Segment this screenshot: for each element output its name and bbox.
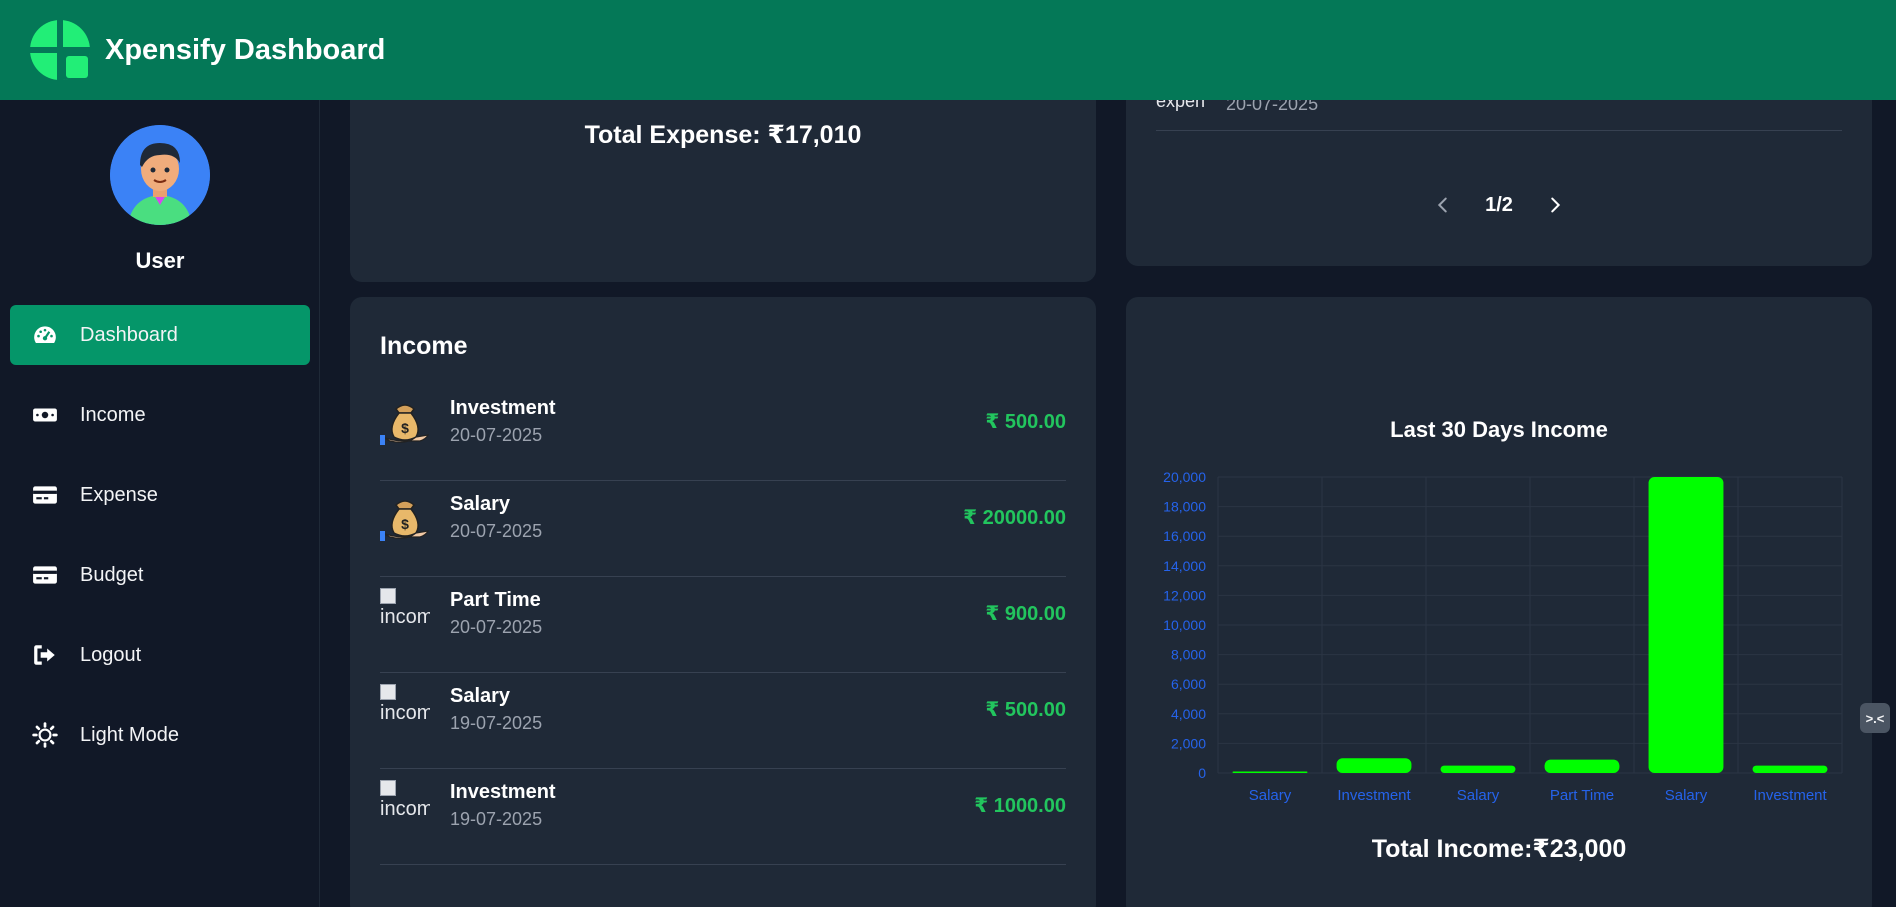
y-tick-label: 18,000 (1163, 499, 1206, 515)
broken-image-icon: incom (380, 588, 430, 638)
y-tick-label: 4,000 (1171, 706, 1206, 722)
income-item-date: 20-07-2025 (450, 425, 543, 445)
sidebar-item-label: Expense (80, 483, 158, 506)
sun-icon (30, 720, 60, 750)
money-bag-icon: $ (380, 397, 430, 447)
chart-bar[interactable] (1544, 759, 1620, 773)
income-item-amount: ₹ 20000.00 (963, 507, 1066, 529)
top-header: Xpensify Dashboard (0, 0, 1896, 100)
income-list-item[interactable]: incom Part Time 20-07-2025 ₹ 900.00 (380, 577, 1066, 673)
image-alt-text: incom (380, 702, 430, 724)
user-name: User (135, 248, 185, 273)
y-tick-label: 10,000 (1163, 617, 1206, 633)
sidebar-item-dashboard[interactable]: Dashboard (10, 305, 310, 365)
chevron-right-icon[interactable] (1543, 193, 1567, 217)
x-tick-label: Investment (1753, 787, 1827, 804)
y-tick-label: 8,000 (1171, 647, 1206, 663)
sidebar-item-light-mode[interactable]: Light Mode (10, 705, 310, 765)
sidebar-item-label: Light Mode (80, 723, 179, 746)
income-list: $ Investment 20-07-2025 ₹ 500.00 $ Salary 20-0… (380, 385, 1066, 865)
total-income: Total Income:₹23,000 (1371, 835, 1627, 863)
divider (1156, 130, 1842, 131)
avatar[interactable] (110, 125, 210, 225)
expense-list-card: expen 20-07-2025 1/2 (1126, 85, 1872, 266)
broken-image-icon: incom (380, 780, 430, 830)
x-tick-label: Investment (1337, 787, 1411, 804)
income-item-name: Part Time (450, 589, 541, 611)
chart-bar[interactable] (1648, 477, 1724, 773)
logout-icon (30, 640, 60, 670)
credit-card-icon (30, 480, 60, 510)
income-card: Income $ Investment 20-07-2025 ₹ 500.00 $ Sal… (350, 297, 1096, 907)
image-alt-text: incom (380, 606, 430, 628)
sidebar-nav: Dashboard Income Expense Budget Logout L… (10, 305, 310, 785)
chart-bar[interactable] (1440, 765, 1516, 773)
sidebar-item-logout[interactable]: Logout (10, 625, 310, 685)
sidebar-item-label: Dashboard (80, 323, 178, 346)
x-tick-label: Salary (1457, 787, 1500, 804)
pagination: 1/2 (1126, 193, 1872, 217)
income-item-date: 19-07-2025 (450, 809, 543, 829)
income-list-item[interactable]: $ Salary 20-07-2025 ₹ 20000.00 (380, 481, 1066, 577)
x-tick-label: Salary (1665, 787, 1708, 804)
income-list-item[interactable]: incom Investment 19-07-2025 ₹ 1000.00 (380, 769, 1066, 865)
income-item-name: Salary (450, 685, 511, 707)
chart-bar[interactable] (1232, 771, 1308, 773)
app-title: Xpensify Dashboard (105, 33, 386, 66)
income-list-item[interactable]: incom Salary 19-07-2025 ₹ 500.00 (380, 673, 1066, 769)
income-item-name: Salary (450, 493, 511, 515)
y-tick-label: 2,000 (1171, 735, 1206, 751)
money-bill-icon (30, 400, 60, 430)
income-item-date: 19-07-2025 (450, 713, 543, 733)
credit-card-icon (30, 560, 60, 590)
chevron-left-icon[interactable] (1431, 193, 1455, 217)
money-bag-icon: $ (380, 493, 430, 543)
broken-image-icon: incom (380, 684, 430, 734)
sidebar-item-budget[interactable]: Budget (10, 545, 310, 605)
sidebar-item-label: Income (80, 403, 146, 426)
y-tick-label: 16,000 (1163, 528, 1206, 544)
income-title: Income (380, 332, 468, 360)
sidebar-item-label: Logout (80, 643, 142, 666)
chart-bar[interactable] (1752, 765, 1828, 773)
income-item-amount: ₹ 900.00 (985, 603, 1066, 625)
extension-button[interactable]: >.< (1860, 703, 1890, 733)
y-tick-label: 14,000 (1163, 558, 1206, 574)
income-bar-chart: 0 2,000 4,000 6,000 8,000 10,000 12,000 14,000 1… (1163, 469, 1843, 804)
income-item-name: Investment (450, 397, 556, 419)
y-tick-label: 20,000 (1163, 469, 1206, 485)
gauge-icon (30, 320, 60, 350)
income-chart-card: Last 30 Days Income 0 2,000 4,000 6,000 8,00… (1126, 297, 1872, 907)
income-item-date: 20-07-2025 (450, 617, 543, 637)
x-tick-label: Salary (1249, 787, 1292, 804)
y-tick-label: 12,000 (1163, 587, 1206, 603)
income-item-amount: ₹ 1000.00 (974, 795, 1066, 817)
svg-text:$: $ (401, 420, 409, 436)
x-tick-label: Part Time (1550, 787, 1614, 804)
income-item-date: 20-07-2025 (450, 521, 543, 541)
image-alt-text: incom (380, 798, 430, 820)
sidebar: User Dashboard Income Expense Budget Log… (0, 100, 320, 907)
income-item-amount: ₹ 500.00 (985, 699, 1066, 721)
y-tick-label: 6,000 (1171, 676, 1206, 692)
income-item-amount: ₹ 500.00 (985, 411, 1066, 433)
chart-title: Last 30 Days Income (1390, 417, 1608, 442)
expense-summary-card: Total Expense: ₹17,010 (350, 85, 1096, 282)
svg-text:$: $ (401, 516, 409, 532)
chart-bar[interactable] (1336, 758, 1412, 773)
income-list-item[interactable]: $ Investment 20-07-2025 ₹ 500.00 (380, 385, 1066, 481)
sidebar-item-income[interactable]: Income (10, 385, 310, 445)
income-item-name: Investment (450, 781, 556, 803)
app-logo-icon (30, 20, 90, 80)
sidebar-item-expense[interactable]: Expense (10, 465, 310, 525)
sidebar-item-label: Budget (80, 563, 144, 586)
total-expense: Total Expense: ₹17,010 (584, 121, 862, 149)
page-indicator: 1/2 (1485, 193, 1513, 216)
y-tick-label: 0 (1198, 765, 1206, 781)
